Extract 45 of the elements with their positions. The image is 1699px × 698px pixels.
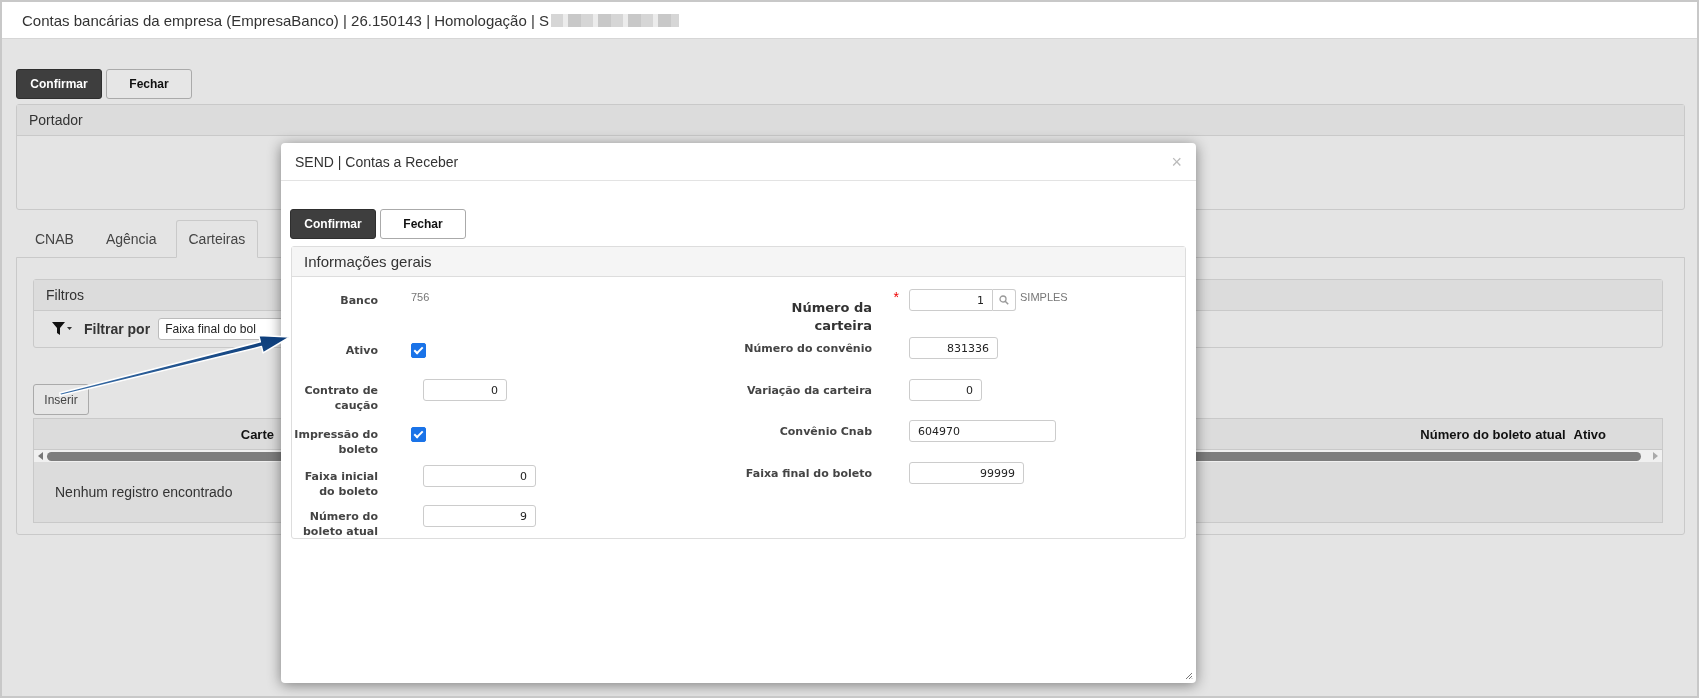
field-label: Contrato de caução <box>303 383 378 413</box>
field-label: Número do boleto atual <box>302 509 378 539</box>
confirm-button[interactable]: Confirmar <box>16 69 102 99</box>
resize-grip-icon[interactable] <box>1185 672 1193 680</box>
field-label: Impressão do boleto <box>293 427 378 457</box>
field-label: Número da carteira <box>790 299 872 335</box>
field-description: SIMPLES <box>1020 291 1068 303</box>
field-label: Ativo <box>344 343 378 358</box>
close-button[interactable]: Fechar <box>380 209 466 239</box>
checkbox[interactable] <box>411 427 426 442</box>
confirm-button[interactable]: Confirmar <box>290 209 376 239</box>
checkbox[interactable] <box>411 343 426 358</box>
close-button[interactable]: Fechar <box>106 69 192 99</box>
tab[interactable]: Carteiras <box>175 220 259 258</box>
input-field[interactable]: 99999 <box>909 462 1024 484</box>
panel-title: Filtros <box>46 287 85 303</box>
input-field[interactable]: 0 <box>909 379 982 401</box>
column-header: Número do boleto atual <box>1420 426 1566 442</box>
field-label: Número do convênio <box>743 341 872 356</box>
field-label: Banco <box>339 293 378 308</box>
input-field[interactable]: 0 <box>423 379 507 401</box>
input-field[interactable]: 831336 <box>909 337 998 359</box>
column-header: Ativo <box>1573 426 1606 442</box>
required-mark: * <box>893 289 899 305</box>
input-field[interactable]: 604970 <box>909 420 1056 442</box>
input-field[interactable]: 9 <box>423 505 536 527</box>
input-field[interactable]: 1 <box>909 289 993 311</box>
input-field[interactable]: 0 <box>423 465 536 487</box>
tab[interactable]: CNAB <box>22 220 87 258</box>
column-header: Carte <box>239 426 274 442</box>
field-label: Faixa final do boleto <box>744 466 872 481</box>
panel-title: Portador <box>29 112 83 128</box>
field-label: Faixa inicial do boleto <box>303 469 378 499</box>
empty-message: Nenhum registro encontrado <box>55 484 233 500</box>
dialog-title: SEND | Contas a Receber <box>295 153 459 170</box>
filter-icon[interactable] <box>52 321 72 337</box>
filter-label: Filtrar por <box>84 321 151 337</box>
page-title: Contas bancárias da empresa (EmpresaBanco) | 26.150143 | Homologação | S <box>22 11 549 29</box>
section-title: Informações gerais <box>304 253 432 270</box>
field-label: Convênio Cnab <box>778 424 872 439</box>
field-label: Variação da carteira <box>745 383 872 398</box>
field-value: 756 <box>411 290 430 303</box>
insert-button[interactable]: Inserir <box>33 384 89 415</box>
search-icon[interactable] <box>993 289 1016 311</box>
tab[interactable]: Agência <box>92 220 170 258</box>
